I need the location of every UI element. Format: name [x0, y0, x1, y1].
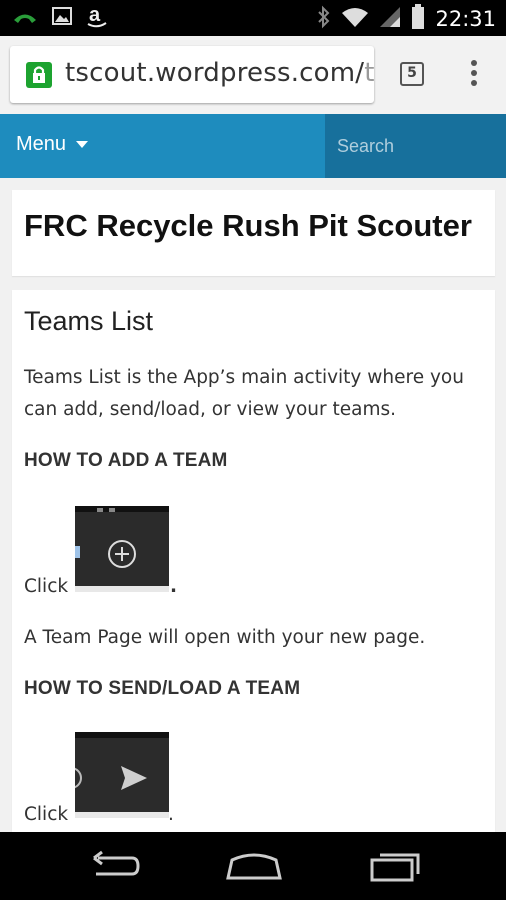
phone-icon	[12, 5, 38, 31]
svg-text:a: a	[89, 4, 101, 26]
wifi-icon	[341, 6, 369, 32]
signal-icon	[379, 6, 401, 32]
search-input[interactable]	[325, 114, 506, 178]
browser-toolbar: tscout.wordpress.com/t 5	[0, 36, 506, 114]
home-icon[interactable]	[224, 848, 284, 884]
battery-icon	[411, 4, 425, 34]
lock-icon	[26, 62, 52, 88]
article-card: Teams List Teams List is the App’s main …	[12, 290, 495, 832]
period-add: .	[170, 576, 178, 597]
click-label-send: Click	[24, 804, 69, 825]
nav-menu-button[interactable]: Menu	[16, 133, 89, 156]
url-text[interactable]: tscout.wordpress.com/t	[65, 58, 374, 88]
tab-switcher-button[interactable]: 5	[400, 62, 424, 86]
image-icon	[52, 6, 72, 30]
heading-add-team: HOW TO ADD A TEAM	[24, 450, 228, 471]
bluetooth-icon	[317, 5, 331, 33]
intro-line-1: Teams List is the App’s main activity wh…	[24, 367, 464, 388]
click-label-add: Click	[24, 576, 69, 597]
web-page: Menu FRC Recycle Rush Pit Scouter Teams …	[0, 114, 506, 832]
intro-line-2: can add, send/load, or view your teams.	[24, 399, 396, 420]
caret-down-icon	[76, 141, 89, 149]
url-bar[interactable]: tscout.wordpress.com/t	[10, 46, 374, 103]
nav-search-box	[325, 114, 506, 178]
system-icons: 22:31	[317, 4, 496, 34]
status-time: 22:31	[435, 7, 496, 31]
url-fade: t	[364, 58, 374, 88]
system-nav-bar	[0, 832, 506, 900]
overflow-menu-icon[interactable]	[462, 60, 486, 90]
after-add-text: A Team Page will open with your new page…	[24, 627, 426, 648]
site-title[interactable]: FRC Recycle Rush Pit Scouter	[24, 208, 472, 244]
send-button-screenshot	[75, 732, 169, 818]
url-main: tscout.wordpress.com/	[65, 58, 365, 88]
period-send: .	[168, 804, 174, 825]
notification-icons: a	[12, 4, 108, 32]
status-bar: a 22:31	[0, 0, 506, 36]
heading-send-team: HOW TO SEND/LOAD A TEAM	[24, 678, 301, 699]
nav-menu-label: Menu	[16, 133, 67, 155]
site-title-card: FRC Recycle Rush Pit Scouter	[12, 190, 495, 276]
recent-apps-icon[interactable]	[366, 848, 426, 884]
article-title: Teams List	[24, 306, 154, 336]
back-icon[interactable]	[82, 848, 142, 884]
amazon-icon: a	[86, 4, 108, 32]
add-button-screenshot	[75, 506, 169, 592]
site-nav: Menu	[0, 114, 506, 178]
